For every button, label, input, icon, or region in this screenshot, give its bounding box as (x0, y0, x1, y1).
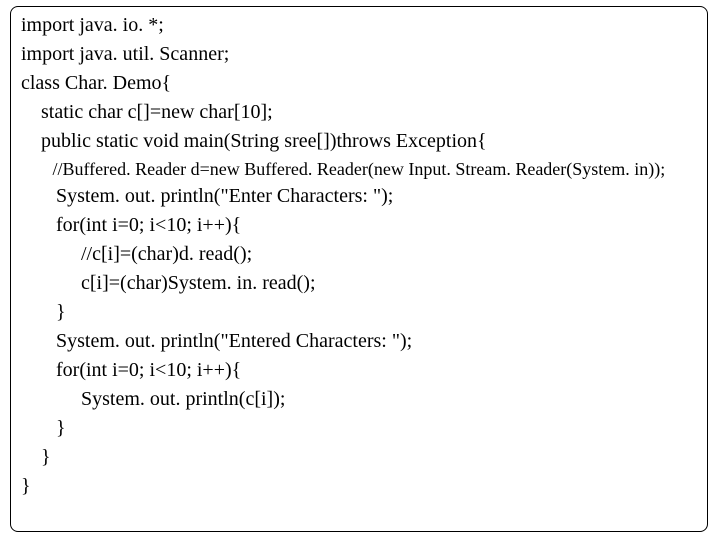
code-line: System. out. println(c[i]); (21, 385, 697, 414)
code-line: //Buffered. Reader d=new Buffered. Reade… (21, 156, 697, 182)
code-line: c[i]=(char)System. in. read(); (21, 269, 697, 298)
code-line: public static void main(String sree[])th… (21, 127, 697, 156)
code-line: class Char. Demo{ (21, 69, 697, 98)
code-line: System. out. println("Enter Characters: … (21, 182, 697, 211)
code-line: } (21, 298, 697, 327)
code-line: } (21, 443, 697, 472)
code-line: for(int i=0; i<10; i++){ (21, 356, 697, 385)
code-frame: import java. io. *; import java. util. S… (10, 6, 708, 532)
code-line: static char c[]=new char[10]; (21, 98, 697, 127)
code-line: } (21, 472, 697, 501)
code-line: System. out. println("Entered Characters… (21, 327, 697, 356)
code-line: for(int i=0; i<10; i++){ (21, 211, 697, 240)
code-line: import java. io. *; (21, 11, 697, 40)
code-line: } (21, 414, 697, 443)
code-line: //c[i]=(char)d. read(); (21, 240, 697, 269)
code-line: import java. util. Scanner; (21, 40, 697, 69)
